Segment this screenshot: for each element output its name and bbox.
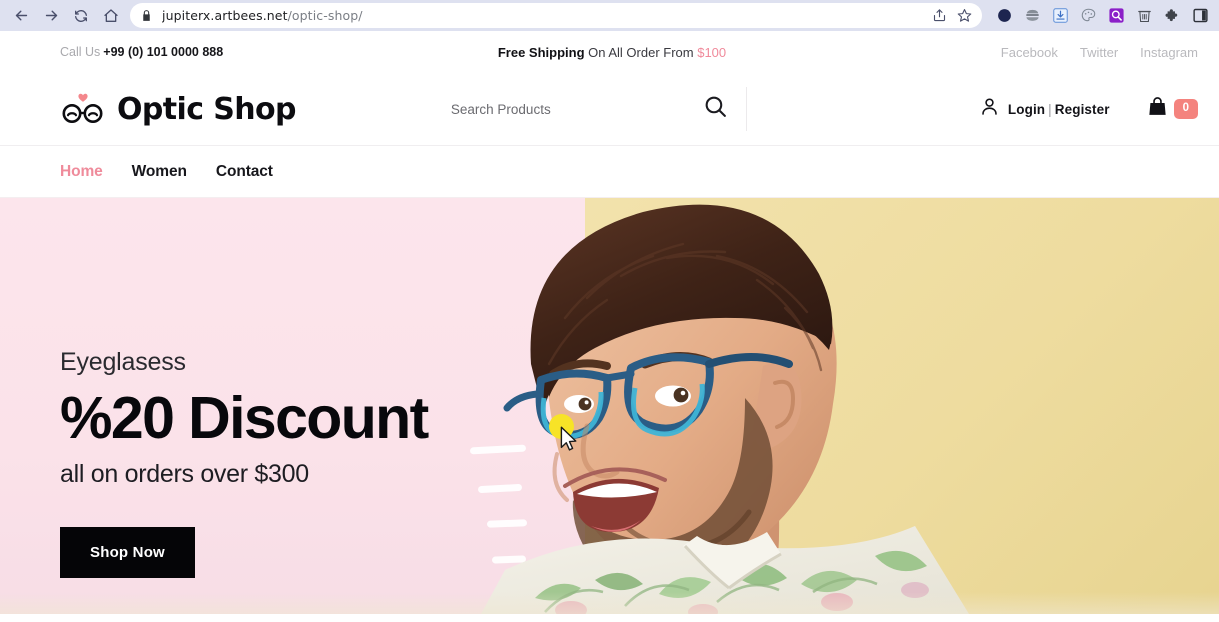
search-icon[interactable]: [703, 94, 728, 124]
hero-model-image: [445, 198, 1005, 614]
free-shipping-bold: Free Shipping: [497, 44, 585, 60]
glasses-heart-logo-icon: [60, 92, 106, 126]
account-area[interactable]: Login | Register 0: [979, 95, 1198, 123]
social-links: Facebook Twitter Instagram: [1001, 45, 1198, 60]
login-link[interactable]: Login: [1008, 102, 1045, 117]
reload-icon: [75, 9, 87, 22]
home-icon: [104, 8, 118, 22]
palette-extension-icon[interactable]: [1080, 7, 1097, 24]
crescent-extension-icon[interactable]: [996, 7, 1013, 24]
share-icon[interactable]: [932, 8, 947, 23]
site-announcement-bar: Call Us +99 (0) 101 0000 888 Free Shippi…: [0, 31, 1219, 73]
shopping-bag-icon: [1146, 95, 1169, 123]
free-shipping-notice: Free Shipping On All Order From $100: [498, 45, 726, 60]
login-register[interactable]: Login | Register: [1008, 102, 1110, 117]
nav-item-women[interactable]: Women: [132, 163, 187, 181]
home-button[interactable]: [96, 3, 126, 29]
free-shipping-text: On All Order From: [584, 44, 698, 60]
url-text: jupiterx.artbees.net/optic-shop/: [162, 8, 363, 23]
hero-banner: Eyeglasess %20 Discount all on orders ov…: [0, 198, 1219, 614]
download-extension-icon[interactable]: [1052, 7, 1069, 24]
hero-headline: %20 Discount: [60, 385, 429, 451]
hero-bottom-fade: [0, 592, 1219, 614]
cart-button[interactable]: 0: [1146, 95, 1198, 123]
social-link-instagram[interactable]: Instagram: [1140, 45, 1198, 60]
lock-icon: [143, 10, 150, 21]
social-link-twitter[interactable]: Twitter: [1080, 45, 1118, 60]
reload-button[interactable]: [66, 3, 96, 29]
url-domain: jupiterx.artbees.net: [162, 8, 288, 23]
register-link[interactable]: Register: [1055, 102, 1110, 117]
hero-content: Eyeglasess %20 Discount all on orders ov…: [60, 348, 429, 578]
logo-text: Optic Shop: [117, 91, 296, 127]
hamburger-stack-icon[interactable]: [1024, 7, 1041, 24]
product-search[interactable]: [450, 87, 747, 131]
arrow-left-icon: [15, 10, 27, 21]
hero-eyebrow: Eyeglasess: [60, 348, 186, 376]
free-shipping-price: $100: [697, 44, 727, 60]
arrow-right-icon: [45, 10, 57, 21]
phone-number[interactable]: +99 (0) 101 0000 888: [103, 45, 223, 59]
extension-icons: [986, 7, 1213, 24]
logo[interactable]: Optic Shop: [60, 92, 296, 127]
magnifier-purple-extension-icon[interactable]: [1108, 7, 1125, 24]
browser-toolbar: jupiterx.artbees.net/optic-shop/: [0, 0, 1219, 31]
sidepanel-icon[interactable]: [1192, 7, 1209, 24]
nav-item-contact[interactable]: Contact: [216, 163, 273, 181]
puzzle-extension-icon[interactable]: [1164, 7, 1181, 24]
shop-now-button[interactable]: Shop Now: [60, 526, 195, 578]
cart-count-badge: 0: [1173, 99, 1198, 119]
address-bar[interactable]: jupiterx.artbees.net/optic-shop/: [130, 3, 982, 28]
forward-button[interactable]: [36, 3, 66, 29]
nav-item-home[interactable]: Home: [60, 163, 103, 181]
user-icon: [979, 96, 1000, 122]
site-header: Optic Shop Login|Register 0: [0, 73, 1219, 146]
hero-subline: all on orders over $300: [60, 459, 309, 488]
mouse-pointer-icon: [560, 426, 578, 458]
main-navigation: Home Women Contact: [0, 146, 1219, 198]
url-path: /optic-shop/: [287, 8, 363, 23]
login-separator: |: [1048, 101, 1052, 117]
back-button[interactable]: [6, 3, 36, 29]
call-us-label: Call Us: [60, 45, 101, 59]
social-link-facebook[interactable]: Facebook: [1001, 45, 1058, 60]
trash-extension-icon[interactable]: [1136, 7, 1153, 24]
search-input[interactable]: [450, 101, 703, 117]
star-icon[interactable]: [957, 8, 972, 23]
